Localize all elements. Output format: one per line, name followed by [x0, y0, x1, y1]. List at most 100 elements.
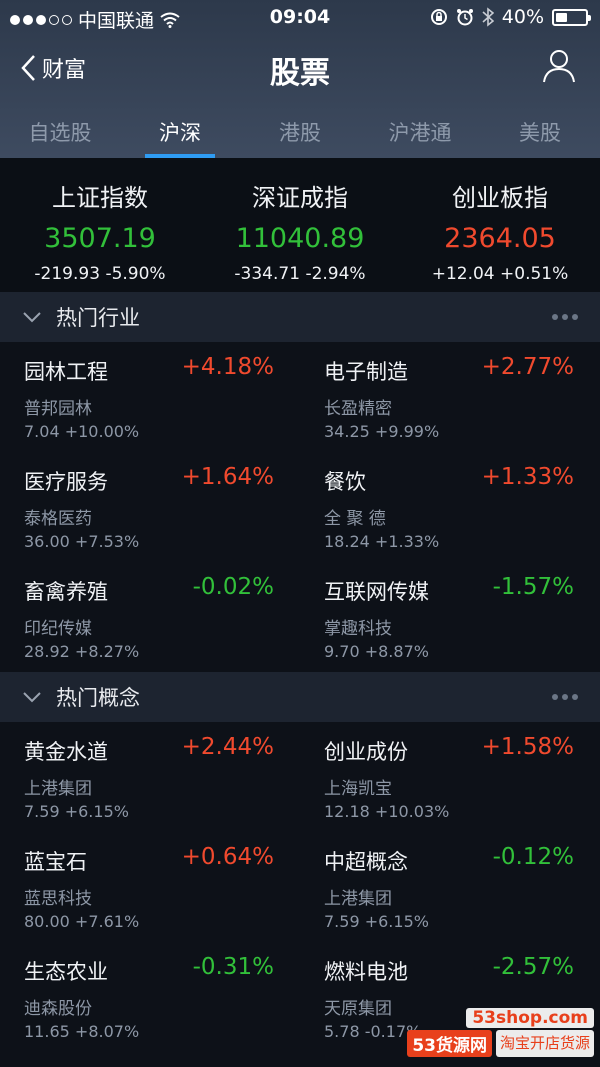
index-change-percent: -2.94%: [305, 264, 366, 284]
stock-percent: +7.61%: [74, 912, 140, 931]
section-hot-industries[interactable]: 热门行业: [0, 292, 600, 342]
stock-percent: +10.00%: [64, 422, 140, 441]
sector-name: 生态农业: [24, 960, 108, 984]
index-card[interactable]: 深证成指 11040.89 -334.71 -2.94%: [200, 158, 400, 292]
sector-cell[interactable]: 创业成份 +1.58% 上海凯宝 12.18 +10.03%: [300, 722, 600, 832]
stock-price: 7.59: [324, 912, 360, 931]
navigation-bar: 财富 股票: [0, 40, 600, 96]
sector-cell[interactable]: 畜禽养殖 -0.02% 印纪传媒 28.92 +8.27%: [0, 562, 300, 672]
stock-percent: +6.15%: [364, 912, 429, 931]
leading-stock: 长盈精密: [324, 399, 392, 419]
bluetooth-icon: [482, 7, 494, 27]
stock-price: 12.18: [324, 802, 370, 821]
stock-percent: +8.87%: [364, 642, 429, 661]
stock-percent: +9.99%: [374, 422, 440, 441]
index-price: 2364.05: [444, 223, 556, 254]
tab-4[interactable]: 美股: [480, 106, 600, 158]
sector-cell[interactable]: 电子制造 +2.77% 长盈精密 34.25 +9.99%: [300, 342, 600, 452]
back-button[interactable]: 财富: [20, 52, 86, 84]
stock-price: 18.24: [324, 532, 370, 551]
tab-1[interactable]: 沪深: [120, 106, 240, 158]
leading-stock: 上海凯宝: [324, 779, 392, 799]
battery-percent: 40%: [501, 6, 544, 28]
sector-percent: +0.64%: [181, 844, 274, 870]
index-card[interactable]: 创业板指 2364.05 +12.04 +0.51%: [400, 158, 600, 292]
leading-stock: 天原集团: [324, 999, 392, 1019]
more-icon[interactable]: [552, 694, 578, 700]
user-icon: [543, 50, 575, 83]
sector-cell[interactable]: 餐饮 +1.33% 全 聚 德 18.24 +1.33%: [300, 452, 600, 562]
sector-cell[interactable]: 黄金水道 +2.44% 上港集团 7.59 +6.15%: [0, 722, 300, 832]
sector-name: 医疗服务: [24, 470, 108, 494]
index-card[interactable]: 上证指数 3507.19 -219.93 -5.90%: [0, 158, 200, 292]
stock-price: 36.00: [24, 532, 70, 551]
sector-name: 园林工程: [24, 360, 108, 384]
section-title: 热门行业: [56, 306, 140, 330]
index-price: 11040.89: [235, 223, 365, 254]
index-price: 3507.19: [44, 223, 156, 254]
sector-name: 中超概念: [324, 850, 408, 874]
sector-percent: +2.44%: [181, 734, 274, 760]
tab-3[interactable]: 沪港通: [360, 106, 480, 158]
index-change: +12.04 +0.51%: [400, 264, 600, 284]
sector-percent: +2.77%: [481, 354, 574, 380]
sector-cell[interactable]: 医疗服务 +1.64% 泰格医药 36.00 +7.53%: [0, 452, 300, 562]
leading-stock-quote: 7.04 +10.00%: [24, 422, 139, 441]
section-title: 热门概念: [56, 686, 140, 710]
leading-stock-quote: 34.25 +9.99%: [324, 422, 439, 441]
sector-percent: +1.58%: [481, 734, 574, 760]
battery-icon: [552, 8, 591, 26]
sector-percent: +4.18%: [181, 354, 274, 380]
stock-percent: +7.53%: [74, 532, 140, 551]
leading-stock: 印纪传媒: [24, 619, 92, 639]
leading-stock: 上港集团: [24, 779, 92, 799]
sector-percent: +1.64%: [181, 464, 274, 490]
leading-stock-quote: 80.00 +7.61%: [24, 912, 139, 931]
more-icon[interactable]: [552, 314, 578, 320]
sector-name: 互联网传媒: [324, 580, 429, 604]
leading-stock-quote: 9.70 +8.87%: [324, 642, 429, 661]
watermark-site: 53shop.com: [466, 1008, 594, 1028]
leading-stock-quote: 18.24 +1.33%: [324, 532, 439, 551]
index-change-value: -334.71: [234, 264, 301, 284]
leading-stock: 全 聚 德: [324, 509, 386, 529]
leading-stock-quote: 36.00 +7.53%: [24, 532, 139, 551]
chevron-left-icon: [21, 55, 35, 81]
sector-cell[interactable]: 蓝宝石 +0.64% 蓝思科技 80.00 +7.61%: [0, 832, 300, 942]
sector-percent: -0.12%: [492, 844, 574, 870]
stock-price: 5.78: [324, 1022, 360, 1041]
tab-0[interactable]: 自选股: [0, 106, 120, 158]
index-change-value: -219.93: [34, 264, 101, 284]
sector-cell[interactable]: 生态农业 -0.31% 迪森股份 11.65 +8.07%: [0, 942, 300, 1052]
sector-name: 黄金水道: [24, 740, 108, 764]
index-summary: 上证指数 3507.19 -219.93 -5.90% 深证成指 11040.89 -33…: [0, 158, 600, 292]
leading-stock-quote: 7.59 +6.15%: [324, 912, 429, 931]
sector-percent: -1.57%: [492, 574, 574, 600]
leading-stock-quote: 28.92 +8.27%: [24, 642, 139, 661]
stock-price: 28.92: [24, 642, 70, 661]
sector-percent: -0.02%: [192, 574, 274, 600]
sector-percent: -0.31%: [192, 954, 274, 980]
stock-percent: +8.07%: [74, 1022, 140, 1041]
industry-grid: 园林工程 +4.18% 普邦园林 7.04 +10.00% 电子制造 +2.77% 长盈精密…: [0, 342, 600, 672]
sector-cell[interactable]: 互联网传媒 -1.57% 掌趣科技 9.70 +8.87%: [300, 562, 600, 672]
stock-price: 80.00: [24, 912, 70, 931]
section-hot-concepts[interactable]: 热门概念: [0, 672, 600, 722]
sector-name: 创业成份: [324, 740, 408, 764]
stock-price: 11.65: [24, 1022, 70, 1041]
sector-cell[interactable]: 园林工程 +4.18% 普邦园林 7.04 +10.00%: [0, 342, 300, 452]
index-change-percent: -5.90%: [105, 264, 166, 284]
rotation-lock-icon: [430, 9, 447, 25]
sector-cell[interactable]: 中超概念 -0.12% 上港集团 7.59 +6.15%: [300, 832, 600, 942]
index-change: -219.93 -5.90%: [0, 264, 200, 284]
leading-stock: 上港集团: [324, 889, 392, 909]
tab-2[interactable]: 港股: [240, 106, 360, 158]
watermark: 53shop.com 53货源网 淘宝开店货源: [407, 1008, 594, 1057]
sector-name: 蓝宝石: [24, 850, 87, 874]
sector-percent: +1.33%: [481, 464, 574, 490]
index-name: 上证指数: [52, 184, 148, 212]
sector-name: 畜禽养殖: [24, 580, 108, 604]
leading-stock: 普邦园林: [24, 399, 92, 419]
sector-percent: -2.57%: [492, 954, 574, 980]
profile-button[interactable]: [542, 48, 576, 88]
